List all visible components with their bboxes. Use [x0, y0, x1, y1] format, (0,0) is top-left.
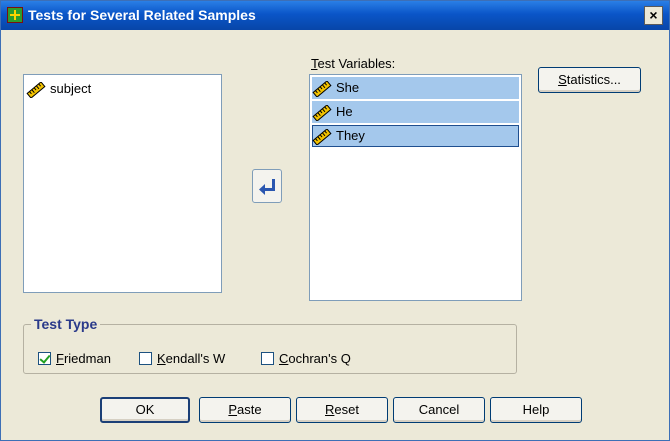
title-bar[interactable]: Tests for Several Related Samples × [1, 1, 669, 30]
ruler-icon [26, 81, 46, 98]
paste-button[interactable]: Paste [199, 397, 291, 423]
friedman-checkbox[interactable]: Friedman [38, 350, 111, 368]
ok-button[interactable]: OK [100, 397, 190, 423]
list-item[interactable]: He [312, 101, 519, 123]
reset-button[interactable]: Reset [296, 397, 388, 423]
list-item-label: She [336, 80, 360, 95]
test-variables-label: Test Variables: [311, 56, 396, 71]
list-item[interactable]: They [312, 125, 519, 147]
arrow-left-icon [259, 179, 275, 195]
move-variable-button[interactable] [252, 169, 282, 203]
test-type-title: Test Type [31, 316, 101, 332]
checkbox-icon [261, 352, 274, 366]
test-variables-list[interactable]: She He They [309, 74, 522, 301]
close-button[interactable]: × [644, 6, 663, 25]
window-title: Tests for Several Related Samples [28, 7, 256, 23]
list-item[interactable]: She [312, 77, 519, 99]
cochrans-q-checkbox[interactable]: Cochran's Q [261, 350, 351, 368]
list-item[interactable]: subject [26, 78, 219, 100]
list-item-label: He [336, 104, 353, 119]
help-button[interactable]: Help [490, 397, 582, 423]
cancel-button[interactable]: Cancel [393, 397, 485, 423]
checkbox-checked-icon [38, 352, 51, 366]
statistics-button[interactable]: Statistics... [538, 67, 641, 93]
app-icon [7, 7, 23, 23]
checkbox-icon [139, 352, 152, 366]
ruler-icon [312, 80, 332, 97]
list-item-label: subject [50, 81, 92, 96]
ruler-icon [312, 128, 332, 145]
ruler-icon [312, 104, 332, 121]
kendalls-w-checkbox[interactable]: Kendall's W [139, 350, 225, 368]
dialog-window: Tests for Several Related Samples × subj… [0, 0, 670, 441]
list-item-label: They [336, 128, 365, 143]
source-variable-list[interactable]: subject [23, 74, 222, 293]
